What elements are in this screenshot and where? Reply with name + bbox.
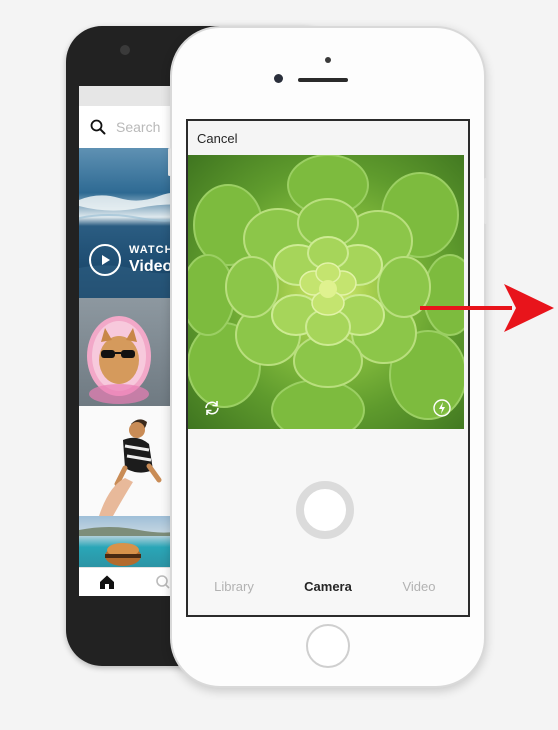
- back-phone-sensor: [120, 45, 130, 55]
- tab-camera[interactable]: Camera: [283, 579, 373, 594]
- watch-video-badge[interactable]: WATCH Video: [89, 244, 174, 276]
- tab-video[interactable]: Video: [374, 579, 464, 594]
- search-placeholder: Search: [116, 119, 161, 135]
- mute-switch: [168, 148, 171, 176]
- front-sensor: [325, 57, 331, 63]
- red-arrow-icon: [420, 284, 554, 332]
- search-tab-icon[interactable]: [155, 574, 171, 590]
- video-label: Video: [129, 258, 173, 275]
- earpiece-speaker: [298, 78, 348, 82]
- shutter-button[interactable]: [296, 481, 354, 539]
- tab-library[interactable]: Library: [189, 579, 279, 594]
- home-button[interactable]: [306, 624, 350, 668]
- camera-top-bar: Cancel: [188, 121, 468, 155]
- switch-camera-icon[interactable]: [202, 398, 222, 418]
- capture-area: [188, 429, 468, 563]
- flash-icon[interactable]: [432, 398, 452, 418]
- power-button: [484, 178, 487, 224]
- front-camera: [274, 74, 283, 83]
- watch-label: WATCH: [129, 244, 174, 256]
- search-icon: [90, 119, 106, 135]
- cancel-button[interactable]: Cancel: [197, 131, 237, 146]
- home-icon[interactable]: [99, 574, 115, 590]
- front-phone: Cancel Library Camera Video: [168, 26, 487, 688]
- play-icon[interactable]: [89, 244, 121, 276]
- camera-screen: Cancel Library Camera Video: [186, 119, 470, 617]
- mode-tab-bar: Library Camera Video: [188, 563, 468, 611]
